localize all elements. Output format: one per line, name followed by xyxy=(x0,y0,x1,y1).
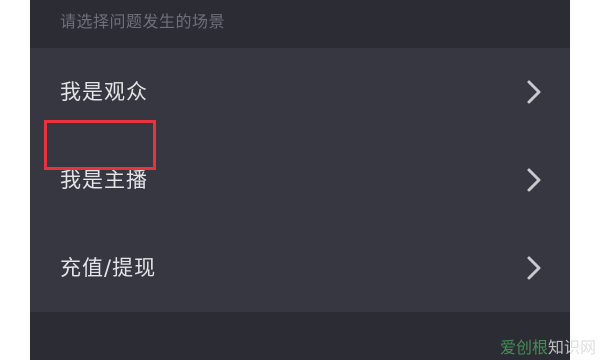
menu-item-label: 我是主播 xyxy=(60,168,148,192)
menu-item-label: 充值/提现 xyxy=(60,256,157,280)
watermark-text-a: 爱创根 xyxy=(499,338,548,357)
menu-item-recharge-withdraw[interactable]: 充值/提现 xyxy=(30,224,570,312)
watermark-text-b: 知识网 xyxy=(547,338,596,357)
chevron-right-icon xyxy=(524,254,544,282)
menu-item-streamer[interactable]: 我是主播 xyxy=(30,136,570,224)
footer-band xyxy=(30,312,570,360)
watermark: 爱创根知识网 xyxy=(500,334,596,358)
menu-item-label: 我是观众 xyxy=(60,80,148,104)
chevron-right-icon xyxy=(524,166,544,194)
menu-item-audience[interactable]: 我是观众 xyxy=(30,48,570,136)
scene-prompt-text: 请选择问题发生的场景 xyxy=(60,12,226,31)
scene-menu: 我是观众 我是主播 充值/提现 xyxy=(30,48,570,312)
app-screen: 请选择问题发生的场景 我是观众 我是主播 充值/提现 xyxy=(30,0,570,360)
chevron-right-icon xyxy=(524,78,544,106)
section-header: 请选择问题发生的场景 xyxy=(30,0,570,48)
